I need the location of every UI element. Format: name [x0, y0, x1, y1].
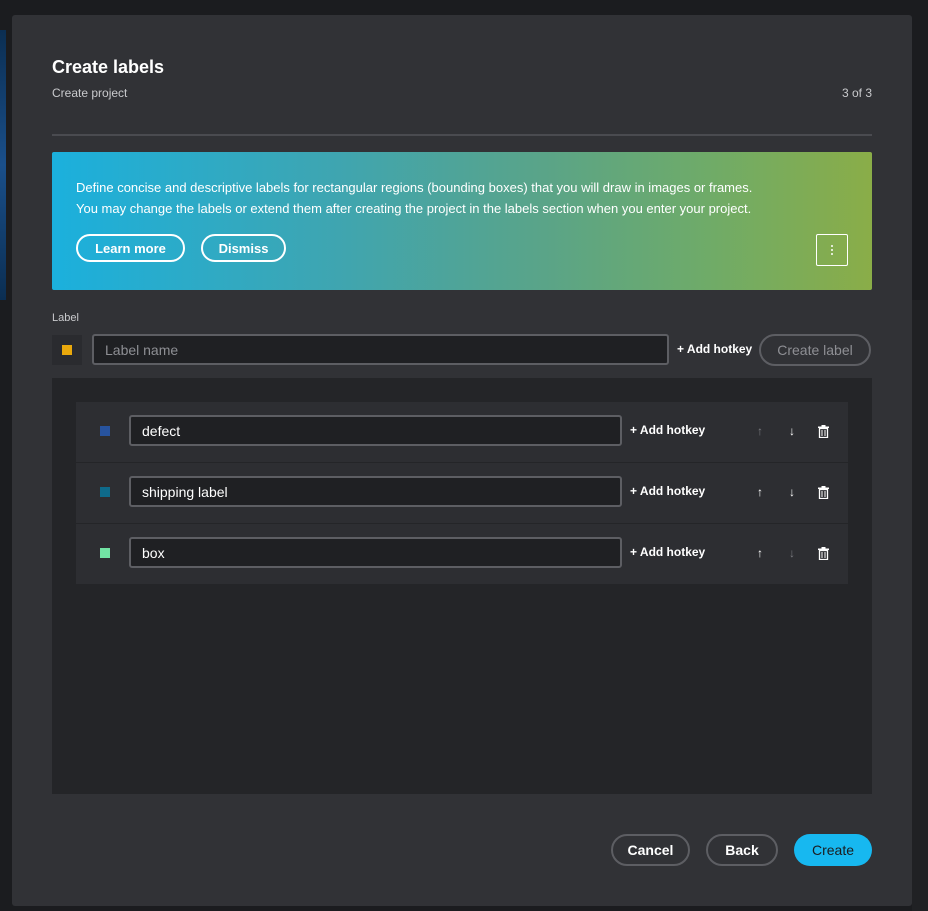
info-banner: Define concise and descriptive labels fo… [52, 152, 872, 290]
label-caption: Label [52, 312, 79, 324]
labels-list: defect + Add hotkey ↑ ↓ shipping label +… [52, 378, 872, 794]
create-button[interactable]: Create [794, 834, 872, 866]
add-hotkey-button[interactable]: + Add hotkey [630, 545, 705, 559]
banner-text: Define concise and descriptive labels fo… [76, 177, 856, 219]
label-color-swatch[interactable] [100, 548, 110, 558]
label-row: shipping label + Add hotkey ↑ ↓ [76, 463, 848, 523]
banner-more-button[interactable] [816, 234, 848, 266]
label-color-picker[interactable] [52, 335, 82, 365]
label-name-field[interactable]: shipping label [129, 476, 622, 507]
create-label-button[interactable]: Create label [759, 334, 871, 366]
delete-icon[interactable] [814, 422, 832, 440]
add-hotkey-button[interactable]: + Add hotkey [630, 484, 705, 498]
backdrop-left [0, 30, 6, 300]
label-row: defect + Add hotkey ↑ ↓ [76, 402, 848, 462]
banner-line-1: Define concise and descriptive labels fo… [76, 180, 753, 195]
dialog-title: Create labels [52, 57, 165, 77]
step-indicator: 3 of 3 [841, 86, 872, 100]
add-hotkey-button[interactable]: + Add hotkey [630, 423, 705, 437]
move-up-icon[interactable]: ↑ [751, 544, 769, 562]
delete-icon[interactable] [814, 483, 832, 501]
header-divider [52, 134, 872, 136]
kebab-menu-icon [831, 245, 833, 255]
delete-icon[interactable] [814, 544, 832, 562]
create-labels-dialog: Create labels Create project 3 of 3 Defi… [12, 15, 912, 906]
label-color-swatch[interactable] [100, 426, 110, 436]
move-up-icon[interactable]: ↑ [751, 422, 769, 440]
banner-line-2: You may change the labels or extend them… [76, 201, 752, 216]
move-up-icon[interactable]: ↑ [751, 483, 769, 501]
move-down-icon[interactable]: ↓ [783, 483, 801, 501]
cancel-button[interactable]: Cancel [611, 834, 690, 866]
back-button[interactable]: Back [706, 834, 778, 866]
label-name-input[interactable] [92, 334, 669, 365]
add-hotkey-button[interactable]: + Add hotkey [677, 342, 752, 356]
label-row: box + Add hotkey ↑ ↓ [76, 524, 848, 584]
label-name-field[interactable]: box [129, 537, 622, 568]
dialog-subtitle: Create project [52, 86, 128, 100]
dismiss-button[interactable]: Dismiss [201, 234, 286, 262]
label-name-field[interactable]: defect [129, 415, 622, 446]
move-down-icon[interactable]: ↓ [783, 544, 801, 562]
label-color-swatch [62, 345, 72, 355]
learn-more-button[interactable]: Learn more [76, 234, 185, 262]
backdrop-right [912, 300, 928, 911]
label-color-swatch[interactable] [100, 487, 110, 497]
move-down-icon[interactable]: ↓ [783, 422, 801, 440]
